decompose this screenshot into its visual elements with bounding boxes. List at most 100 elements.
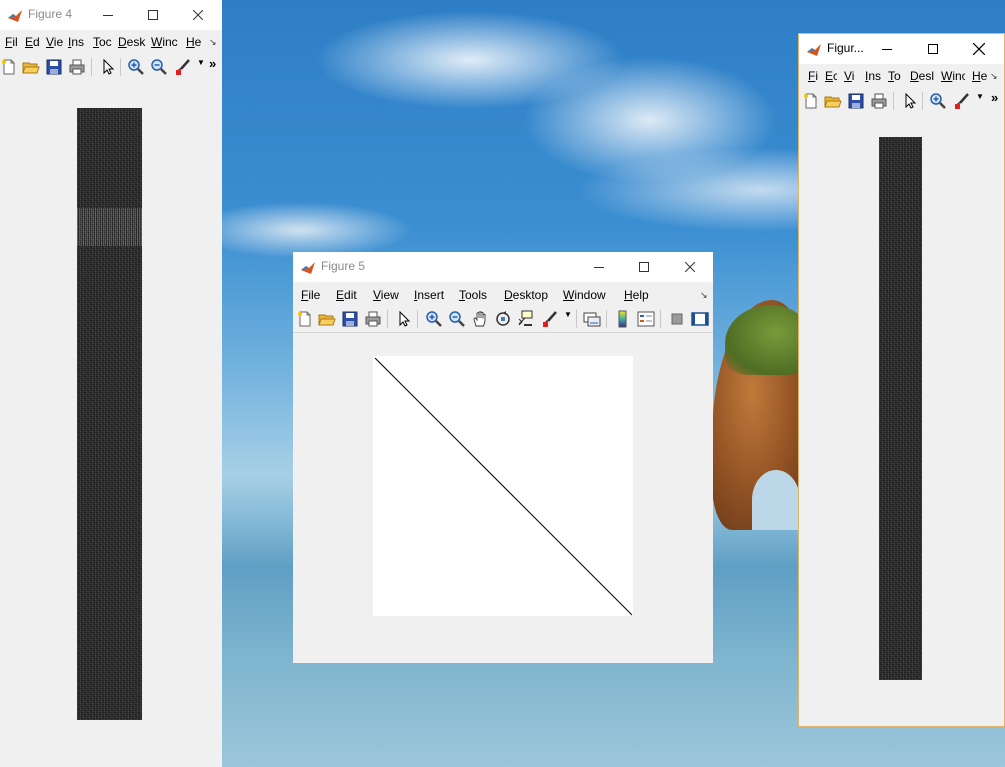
- insert-legend-button[interactable]: [637, 310, 655, 328]
- open-file-button[interactable]: [22, 58, 40, 76]
- pointer-arrow-icon: [399, 310, 411, 327]
- plot-axes[interactable]: [373, 356, 633, 616]
- dock-arrow-icon[interactable]: ↘: [700, 290, 708, 301]
- menu-window[interactable]: Winc: [941, 69, 965, 83]
- menu-edit[interactable]: Edit: [336, 288, 357, 302]
- image-display: [77, 108, 142, 720]
- edit-plot-button[interactable]: [395, 310, 413, 328]
- title-bar[interactable]: Figure 5: [293, 252, 713, 282]
- hide-plot-tools-icon: [671, 313, 683, 325]
- save-button[interactable]: [45, 58, 63, 76]
- menu-window[interactable]: Window: [563, 288, 606, 302]
- brush-button[interactable]: [174, 58, 192, 76]
- edit-plot-button[interactable]: [99, 58, 117, 76]
- zoom-out-button[interactable]: [448, 310, 466, 328]
- chevron-double-right-icon[interactable]: »: [991, 90, 998, 105]
- menu-tools[interactable]: Tools: [459, 288, 487, 302]
- minimize-icon: [103, 15, 113, 16]
- figure-4-window[interactable]: Figure 4 Fil Ed Vie Ins Toc Desk Winc He…: [0, 0, 222, 767]
- menu-help[interactable]: He: [972, 69, 988, 83]
- pointer-arrow-icon: [103, 58, 115, 75]
- new-figure-button[interactable]: [802, 92, 820, 110]
- toolbar-separator: [660, 310, 661, 328]
- menu-insert[interactable]: Ins: [68, 35, 87, 49]
- maximize-button[interactable]: [624, 252, 664, 282]
- toolbar-separator: [417, 310, 418, 328]
- menu-tools[interactable]: Toc: [93, 35, 113, 49]
- menu-desktop[interactable]: Desktop: [504, 288, 548, 302]
- menu-file[interactable]: File: [301, 288, 320, 302]
- minimize-button[interactable]: [579, 252, 619, 282]
- print-button[interactable]: [68, 58, 86, 76]
- link-plot-icon: [583, 312, 601, 327]
- figure-5-window[interactable]: Figure 5 File Edit View Insert Tools Des…: [293, 252, 713, 663]
- save-button[interactable]: [847, 92, 865, 110]
- zoom-in-icon: [128, 59, 144, 75]
- zoom-in-icon: [426, 311, 442, 327]
- print-button[interactable]: [364, 310, 382, 328]
- close-button[interactable]: [670, 252, 710, 282]
- brush-button[interactable]: [953, 92, 971, 110]
- data-cursor-button[interactable]: [517, 310, 535, 328]
- menu-file[interactable]: Fi: [808, 69, 819, 83]
- edit-plot-button[interactable]: [901, 92, 919, 110]
- dock-arrow-icon[interactable]: ↘: [990, 71, 998, 82]
- zoom-in-button[interactable]: [425, 310, 443, 328]
- rotate-3d-button[interactable]: [494, 310, 512, 328]
- menu-help[interactable]: Help: [624, 288, 649, 302]
- toolbar-separator: [91, 58, 92, 76]
- pan-button[interactable]: [471, 310, 489, 328]
- minimize-button[interactable]: [88, 0, 128, 30]
- menu-view[interactable]: Vie: [46, 35, 63, 49]
- figure-right-window[interactable]: Figur... Fi Ec Vi Ins To Desl Winc He ↘: [798, 33, 1005, 727]
- zoom-in-button[interactable]: [127, 58, 145, 76]
- brush-dropdown[interactable]: ▼: [564, 310, 572, 319]
- menu-file[interactable]: Fil: [5, 35, 19, 49]
- close-button[interactable]: [178, 0, 218, 30]
- menu-insert[interactable]: Insert: [414, 288, 444, 302]
- menu-help[interactable]: He: [186, 35, 202, 49]
- zoom-in-button[interactable]: [929, 92, 947, 110]
- new-figure-button[interactable]: [0, 58, 18, 76]
- menu-window[interactable]: Winc: [151, 35, 179, 49]
- menu-tools[interactable]: To: [888, 69, 904, 83]
- dock-arrow-icon[interactable]: ↘: [209, 37, 217, 48]
- menu-edit[interactable]: Ec: [825, 69, 837, 83]
- new-file-icon: [298, 311, 311, 327]
- new-file-icon: [804, 93, 817, 109]
- brush-button[interactable]: [541, 310, 559, 328]
- insert-colorbar-button[interactable]: [614, 310, 632, 328]
- title-bar[interactable]: Figur...: [799, 34, 1004, 64]
- menu-desktop[interactable]: Desk: [118, 35, 146, 49]
- chevron-double-right-icon[interactable]: »: [209, 56, 216, 71]
- open-file-button[interactable]: [318, 310, 336, 328]
- brush-dropdown[interactable]: ▼: [197, 58, 205, 67]
- close-icon: [973, 43, 985, 55]
- zoom-out-button[interactable]: [150, 58, 168, 76]
- close-icon: [685, 262, 695, 272]
- toolbar-separator: [120, 58, 121, 76]
- title-bar[interactable]: Figure 4: [0, 0, 222, 30]
- menu-view[interactable]: View: [373, 288, 399, 302]
- print-button[interactable]: [870, 92, 888, 110]
- toolbar-separator: [387, 310, 388, 328]
- hide-plot-tools-button[interactable]: [668, 310, 686, 328]
- menu-view[interactable]: Vi: [844, 69, 858, 83]
- link-plot-button[interactable]: [583, 310, 601, 328]
- menu-insert[interactable]: Ins: [865, 69, 883, 83]
- zoom-out-icon: [151, 59, 167, 75]
- maximize-button[interactable]: [913, 34, 953, 64]
- brush-dropdown[interactable]: ▼: [976, 92, 984, 101]
- new-figure-button[interactable]: [296, 310, 314, 328]
- save-button[interactable]: [341, 310, 359, 328]
- folder-open-icon: [22, 62, 40, 74]
- open-file-button[interactable]: [824, 92, 842, 110]
- maximize-button[interactable]: [133, 0, 173, 30]
- close-button[interactable]: [959, 34, 999, 64]
- menu-edit[interactable]: Ed: [25, 35, 40, 49]
- new-file-icon: [2, 59, 15, 75]
- minimize-button[interactable]: [867, 34, 907, 64]
- legend-icon: [637, 311, 655, 327]
- show-plot-tools-button[interactable]: [691, 310, 709, 328]
- menu-desktop[interactable]: Desl: [910, 69, 935, 83]
